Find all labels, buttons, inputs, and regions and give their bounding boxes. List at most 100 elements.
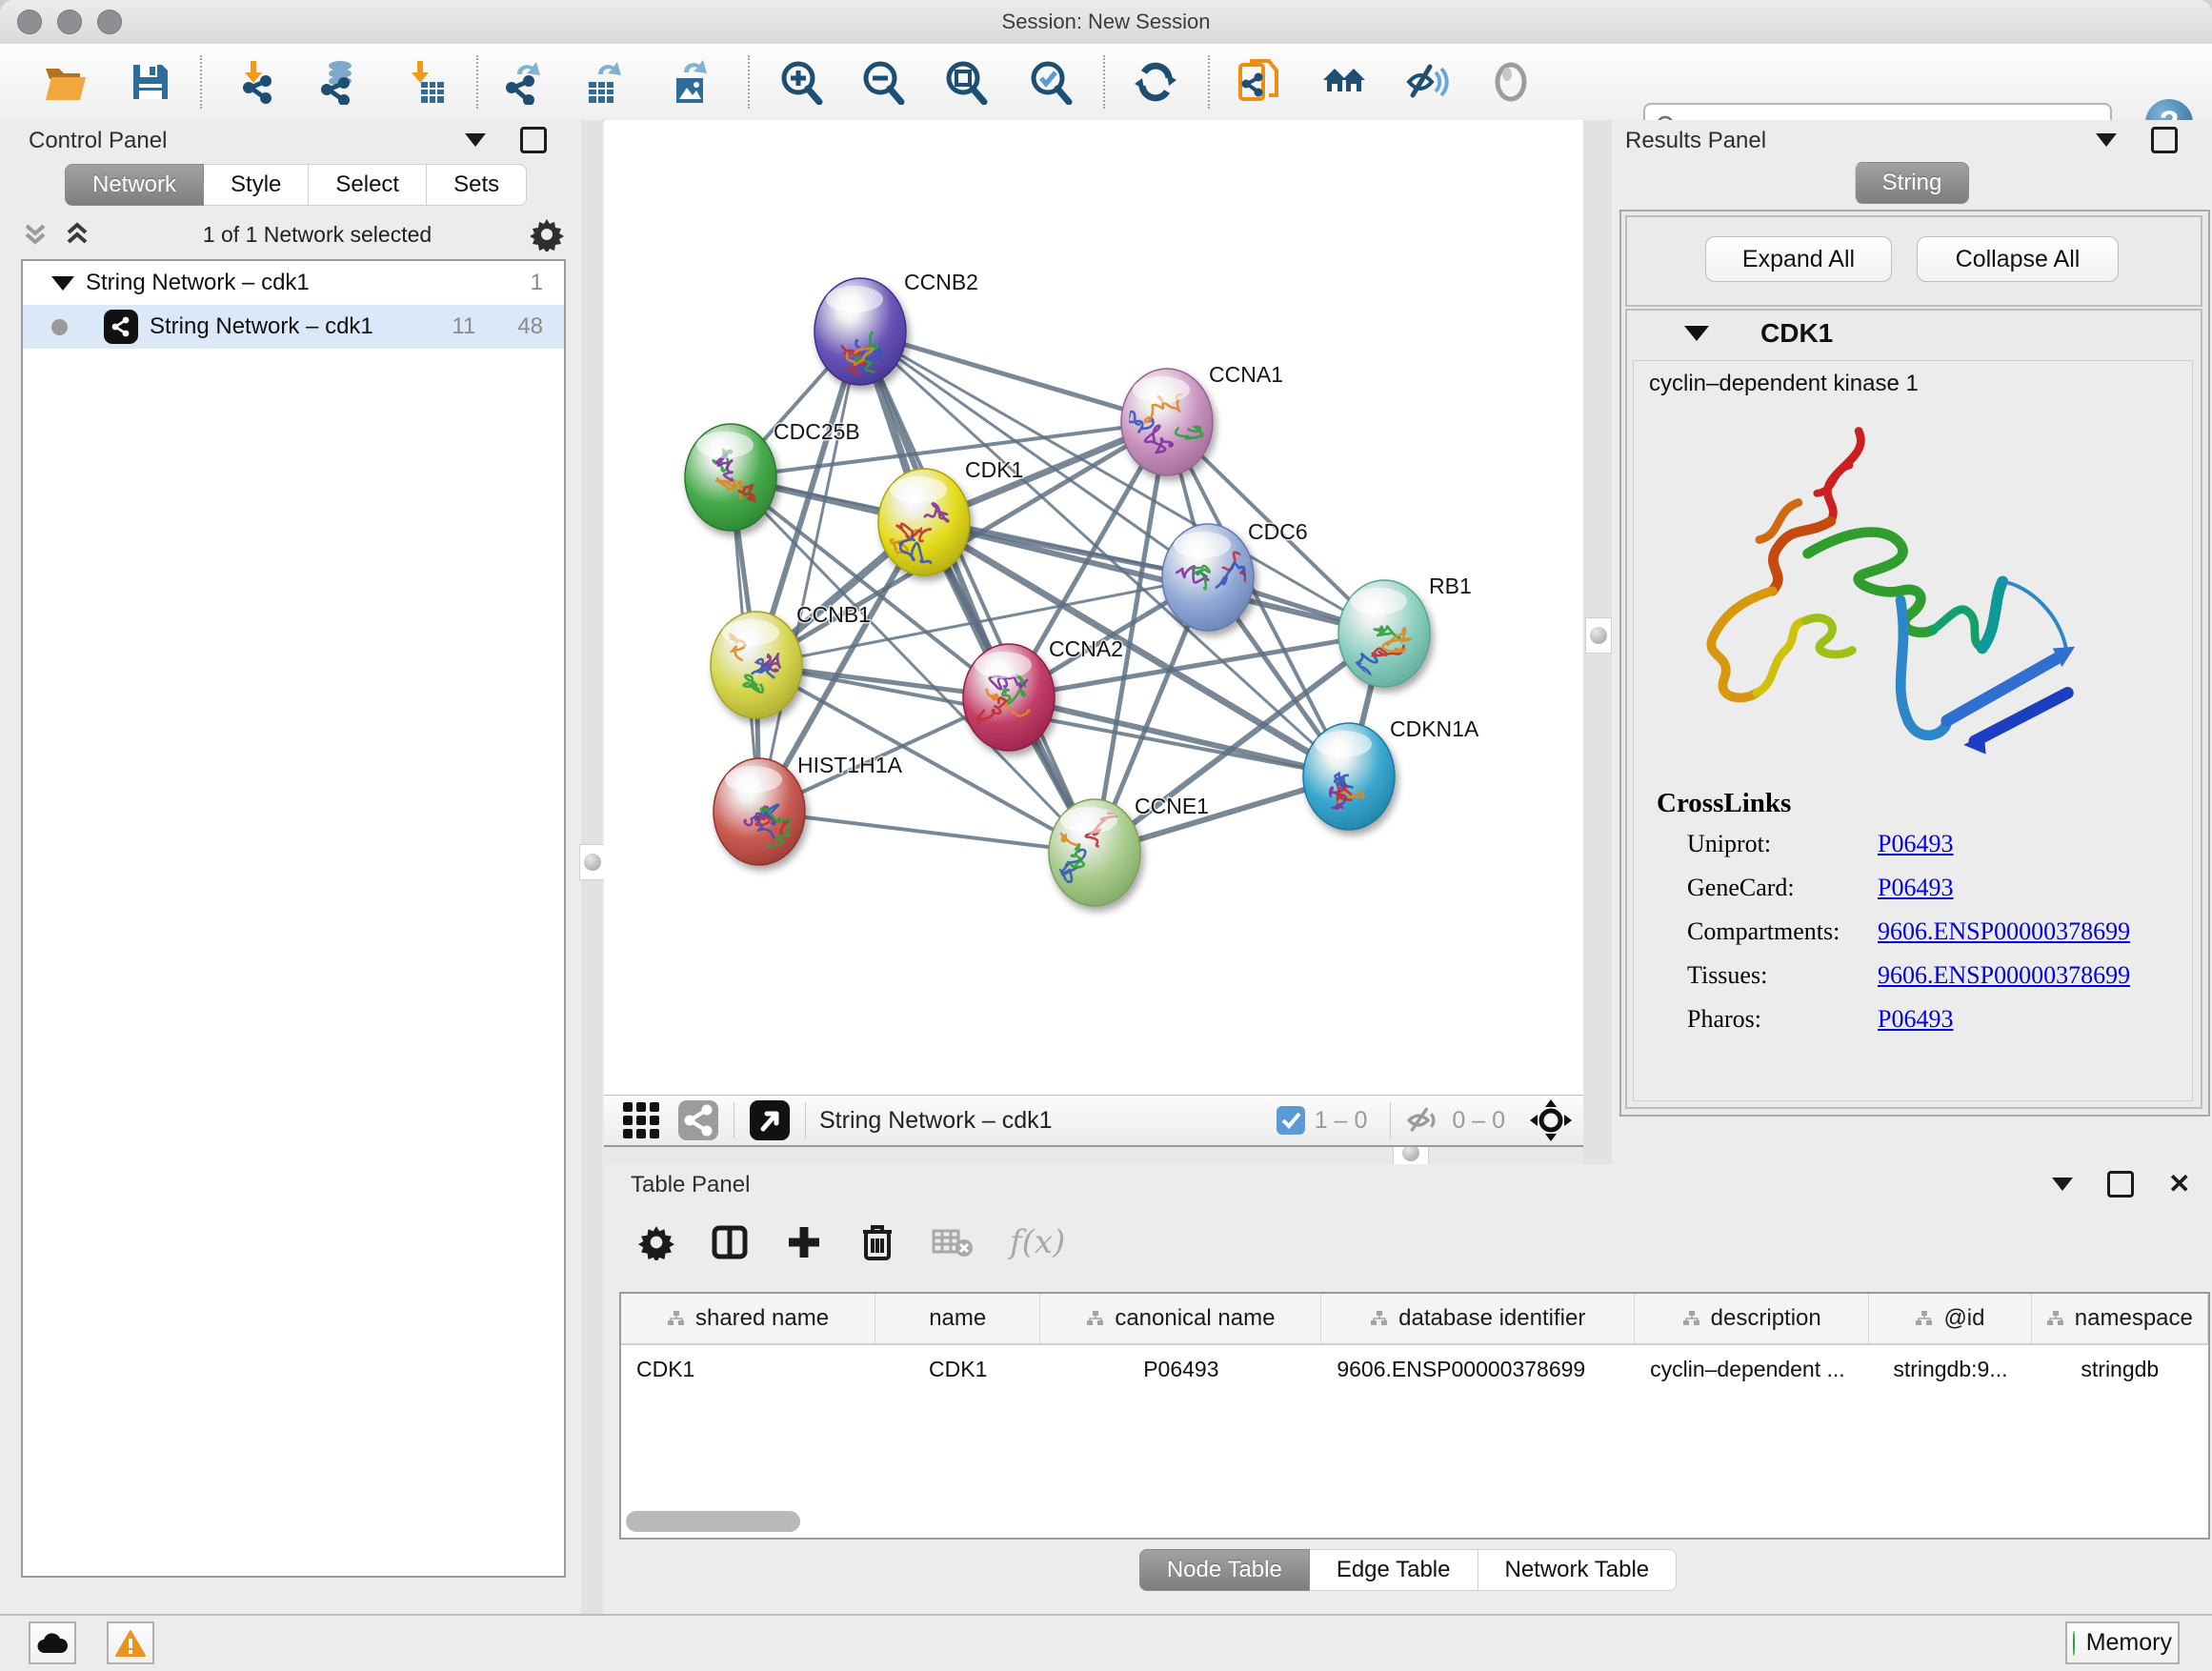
birds-eye-icon[interactable] <box>1528 1097 1574 1143</box>
import-table-button[interactable] <box>402 59 448 105</box>
selection-status: 1 of 1 Network selected <box>105 222 530 248</box>
save-session-button[interactable] <box>128 59 173 105</box>
toolbar-divider <box>1208 55 1210 109</box>
network-row[interactable]: String Network – cdk1 11 48 <box>23 305 564 349</box>
refresh-button[interactable] <box>1133 59 1178 105</box>
tab-select[interactable]: Select <box>309 164 427 206</box>
zoom-out-button[interactable] <box>859 59 905 105</box>
tab-network-table[interactable]: Network Table <box>1478 1549 1678 1591</box>
crosslink-link[interactable]: P06493 <box>1878 1005 1953 1034</box>
column-header-canonical-name[interactable]: canonical name <box>1040 1294 1321 1343</box>
crosslinks-title: CrossLinks <box>1657 788 1791 819</box>
horizontal-scrollbar[interactable] <box>626 1511 800 1532</box>
table-tabs: Node TableEdge TableNetwork Table <box>604 1549 2212 1591</box>
network-edge[interactable] <box>759 812 1095 853</box>
left-splitter-handle[interactable] <box>579 844 606 880</box>
tab-sets[interactable]: Sets <box>427 164 527 206</box>
panel-menu-icon[interactable] <box>465 133 486 147</box>
export-network-button[interactable] <box>500 59 546 105</box>
share-view-icon[interactable] <box>676 1098 720 1142</box>
collapse-icon[interactable] <box>51 276 74 291</box>
close-panel-icon[interactable]: ✕ <box>2168 1174 2190 1195</box>
column-header-name[interactable]: name <box>875 1294 1040 1343</box>
hide-unhide-button[interactable] <box>1405 59 1451 105</box>
results-panel-title: Results Panel <box>1625 128 1766 154</box>
tab-network[interactable]: Network <box>65 164 204 206</box>
tab-string[interactable]: String <box>1855 162 1970 204</box>
expand-all-button[interactable]: Expand All <box>1705 236 1892 282</box>
network-node-CDK1[interactable]: CDK1 <box>878 457 1023 575</box>
column-header-shared-name[interactable]: shared name <box>621 1294 875 1343</box>
panel-menu-icon[interactable] <box>2096 133 2117 147</box>
table-settings-gear-icon[interactable] <box>638 1224 674 1260</box>
crosslink-row: Uniprot:P06493 <box>1687 830 1771 858</box>
right-splitter-handle[interactable] <box>1585 617 1612 654</box>
results-tab-bar: String <box>1612 162 2212 204</box>
column-header-@id[interactable]: @id <box>1869 1294 2031 1343</box>
network-node-CDKN1A[interactable]: CDKN1A <box>1303 716 1479 830</box>
float-panel-icon[interactable] <box>2151 127 2178 153</box>
string-import-button[interactable] <box>1237 59 1282 105</box>
export-table-button[interactable] <box>581 59 627 105</box>
cloud-button[interactable] <box>29 1621 76 1664</box>
table-cell: cyclin–dependent ... <box>1635 1357 1869 1382</box>
network-node-RB1[interactable]: RB1 <box>1338 574 1472 687</box>
zoom-selected-button[interactable] <box>1027 59 1073 105</box>
tab-style[interactable]: Style <box>204 164 309 206</box>
import-network-file-button[interactable] <box>235 59 281 105</box>
network-node-CCNE1[interactable]: CCNE1 <box>1049 794 1209 906</box>
float-panel-icon[interactable] <box>520 127 547 153</box>
network-node-CDC25B[interactable]: CDC25B <box>685 419 860 531</box>
column-header-namespace[interactable]: namespace <box>2032 1294 2208 1343</box>
control-panel-title: Control Panel <box>29 128 167 154</box>
network-collection-row[interactable]: String Network – cdk1 1 <box>23 261 564 305</box>
delete-column-icon[interactable] <box>859 1222 895 1262</box>
results-panel-controls: ✕ <box>2096 120 2212 160</box>
export-image-button[interactable] <box>667 59 713 105</box>
crosslink-link[interactable]: 9606.ENSP00000378699 <box>1878 917 2130 946</box>
warnings-button[interactable] <box>107 1621 154 1664</box>
network-tree: String Network – cdk1 1 String Network –… <box>21 259 566 1578</box>
panel-menu-icon[interactable] <box>2052 1178 2073 1191</box>
collapse-all-icon[interactable] <box>21 220 50 249</box>
memory-button[interactable]: Memory <box>2065 1621 2180 1664</box>
grid-view-icon[interactable] <box>619 1098 663 1142</box>
table-row[interactable]: CDK1CDK1P064939606.ENSP00000378699cyclin… <box>621 1345 2208 1393</box>
tab-node-table[interactable]: Node Table <box>1139 1549 1310 1591</box>
network-node-HIST1H1A[interactable]: HIST1H1A <box>714 753 903 865</box>
crosslink-row: Pharos:P06493 <box>1687 1005 1761 1034</box>
gear-icon[interactable] <box>530 217 564 252</box>
detach-view-icon[interactable] <box>748 1098 792 1142</box>
network-node-CCNB2[interactable]: CCNB2 <box>814 270 978 385</box>
table-cell: CDK1 <box>875 1357 1040 1382</box>
column-header-database-identifier[interactable]: database identifier <box>1321 1294 1635 1343</box>
crosslink-link[interactable]: 9606.ENSP00000378699 <box>1878 961 2130 990</box>
import-network-database-button[interactable] <box>315 59 361 105</box>
expand-all-icon[interactable] <box>63 220 91 249</box>
network-edge[interactable] <box>860 332 1167 422</box>
table-cell: P06493 <box>1040 1357 1321 1382</box>
network-node-CCNA2[interactable]: CCNA2 <box>963 636 1123 751</box>
homes-button[interactable] <box>1321 59 1367 105</box>
results-scroll-area: Expand All Collapse All CDK1 cyclin–depe… <box>1619 210 2210 1117</box>
tab-edge-table[interactable]: Edge Table <box>1310 1549 1478 1591</box>
network-canvas[interactable]: CCNB2CCNA1CDC25BCDK1CDC6RB1CCNB1CCNA2CDK… <box>604 120 1583 1095</box>
float-panel-icon[interactable] <box>2107 1171 2134 1198</box>
crosslink-link[interactable]: P06493 <box>1878 874 1953 902</box>
network-edge[interactable] <box>1009 697 1349 776</box>
network-edge[interactable] <box>759 332 860 812</box>
zoom-in-button[interactable] <box>777 59 823 105</box>
network-node-CDC6[interactable]: CDC6 <box>1162 519 1308 631</box>
network-view-title: String Network – cdk1 <box>819 1107 1053 1135</box>
zoom-fit-button[interactable] <box>942 59 988 105</box>
collapse-all-button[interactable]: Collapse All <box>1917 236 2119 282</box>
collapse-entry-icon[interactable] <box>1684 326 1709 341</box>
column-header-description[interactable]: description <box>1635 1294 1869 1343</box>
open-session-button[interactable] <box>42 59 88 105</box>
gene-entry-header[interactable]: CDK1 <box>1627 311 2201 356</box>
show-columns-icon[interactable] <box>711 1223 749 1261</box>
crosslink-link[interactable]: P06493 <box>1878 830 1953 858</box>
highlight-button[interactable] <box>1488 59 1534 105</box>
selected-checkbox[interactable] <box>1277 1106 1305 1135</box>
create-column-icon[interactable] <box>785 1223 823 1261</box>
